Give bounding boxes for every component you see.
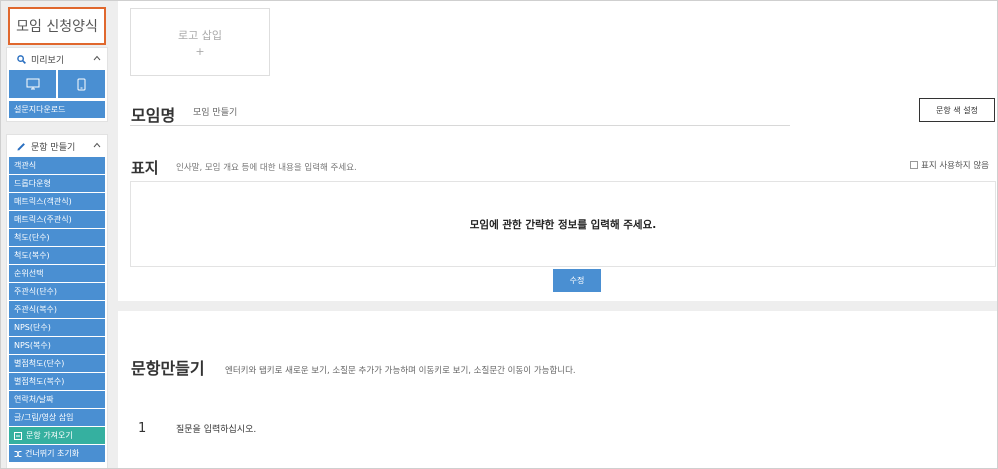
question-type-item[interactable]: 주관식(복수) xyxy=(9,301,105,318)
question-type-item[interactable]: 매트릭스(주관식) xyxy=(9,211,105,228)
logo-insert-button[interactable]: 로고 삽입 + xyxy=(130,8,270,76)
question-type-item[interactable]: 순위선택 xyxy=(9,265,105,282)
question-section-hint: 엔터키와 탭키로 새로운 보기, 소질문 추가가 가능하며 이동키로 보기, 소… xyxy=(225,366,576,376)
preview-label: 미리보기 xyxy=(31,55,65,66)
question-type-list: 객관식 드롭다운형 매트릭스(객관식) 매트릭스(주관식) 척도(단수) 척도(… xyxy=(7,157,107,462)
survey-header-card: 로고 삽입 + 모임명 모임 만들기 문항 색 설정 표지 인사말, 모임 개요… xyxy=(118,1,997,301)
question-type-item[interactable]: 드롭다운형 xyxy=(9,175,105,192)
import-icon xyxy=(14,431,22,440)
shuffle-icon xyxy=(14,450,22,457)
question-type-item[interactable]: NPS(단수) xyxy=(9,319,105,336)
desktop-preview-button[interactable] xyxy=(9,70,56,98)
import-questions-button[interactable]: 문항 가져오기 xyxy=(9,427,105,444)
question-type-item[interactable]: NPS(복수) xyxy=(9,337,105,354)
mobile-icon xyxy=(77,78,86,90)
cover-label: 표지 xyxy=(131,159,159,177)
reset-skip-logic-button[interactable]: 건너뛰기 초기화 xyxy=(9,445,105,462)
question-builder-toggle[interactable]: 문항 만들기 xyxy=(7,135,107,157)
chevron-up-icon xyxy=(93,55,101,61)
question-input[interactable]: 질문을 입력하십시오. xyxy=(176,422,256,435)
download-survey-button[interactable]: 설문지다운로드 xyxy=(9,101,105,118)
question-type-item[interactable]: 매트릭스(객관식) xyxy=(9,193,105,210)
question-type-item[interactable]: 글/그림/영상 삽입 xyxy=(9,409,105,426)
cover-content[interactable]: 모임에 관한 간략한 정보를 입력해 주세요. xyxy=(130,181,996,267)
question-type-item[interactable]: 척도(복수) xyxy=(9,247,105,264)
no-cover-label: 표지 사용하지 않음 xyxy=(921,161,989,171)
reset-skip-logic-label: 건너뛰기 초기화 xyxy=(25,449,80,458)
import-questions-label: 문항 가져오기 xyxy=(26,431,73,440)
logo-insert-label: 로고 삽입 xyxy=(178,28,222,42)
monitor-icon xyxy=(26,78,39,90)
no-cover-checkbox[interactable]: 표지 사용하지 않음 xyxy=(910,159,989,171)
survey-title-input[interactable]: 모임 만들기 xyxy=(193,105,237,118)
sidebar: 모임 신청양식 미리보기 설문지다운로드 문항 만들기 객관식 드롭다운형 매트… xyxy=(6,5,108,468)
question-type-item[interactable]: 척도(단수) xyxy=(9,229,105,246)
cover-hint: 인사말, 모임 개요 등에 대한 내용을 입력해 주세요. xyxy=(176,163,357,173)
search-icon xyxy=(17,54,26,64)
question-builder-label: 문항 만들기 xyxy=(31,142,76,153)
question-color-button[interactable]: 문항 색 설정 xyxy=(919,98,995,122)
question-type-item[interactable]: 별점척도(단수) xyxy=(9,355,105,372)
question-section-title: 문항만들기 xyxy=(131,359,205,378)
title-divider xyxy=(130,125,790,126)
question-number: 1 xyxy=(138,421,147,436)
pencil-icon xyxy=(17,142,25,151)
cover-edit-button[interactable]: 수정 xyxy=(553,269,601,292)
chevron-up-icon xyxy=(93,142,101,148)
question-type-item[interactable]: 연락처/날짜 xyxy=(9,391,105,408)
question-builder-panel: 문항 만들기 객관식 드롭다운형 매트릭스(객관식) 매트릭스(주관식) 척도(… xyxy=(6,134,108,468)
app-title: 모임 신청양식 xyxy=(8,7,106,45)
question-type-item[interactable]: 객관식 xyxy=(9,157,105,174)
question-type-item[interactable]: 별점척도(복수) xyxy=(9,373,105,390)
question-type-item[interactable]: 주관식(단수) xyxy=(9,283,105,300)
survey-title-label: 모임명 xyxy=(131,106,176,125)
question-builder-card: 문항만들기 엔터키와 탭키로 새로운 보기, 소질문 추가가 가능하며 이동키로… xyxy=(118,311,997,468)
plus-icon: + xyxy=(195,44,205,58)
window: 모임 신청양식 미리보기 설문지다운로드 문항 만들기 객관식 드롭다운형 매트… xyxy=(0,0,998,469)
preview-toggle[interactable]: 미리보기 xyxy=(7,48,107,70)
mobile-preview-button[interactable] xyxy=(58,70,105,98)
preview-panel: 미리보기 설문지다운로드 xyxy=(6,47,108,122)
checkbox-icon xyxy=(910,161,918,169)
